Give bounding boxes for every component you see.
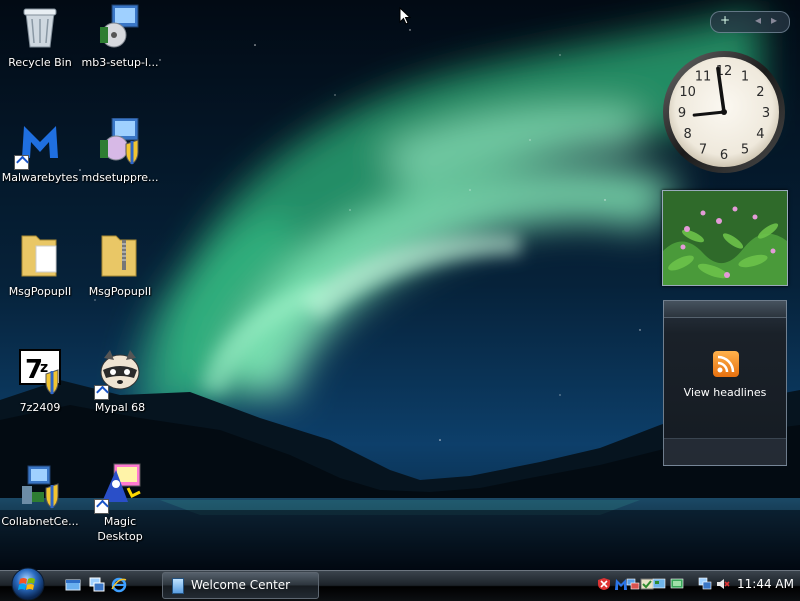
network-connections-icon[interactable] [698, 577, 712, 591]
gadget-header [664, 301, 786, 318]
desktop-icon-label: Mypal 68 [94, 401, 146, 414]
desktop-icon-label: Malwarebytes [1, 171, 79, 184]
add-gadget-button[interactable]: + [720, 13, 730, 27]
magic-desktop-icon-item[interactable]: Magic Desktop [80, 462, 160, 562]
shortcut-arrow-icon [94, 385, 109, 400]
clock-number: 1 [741, 70, 749, 85]
raccoon-browser-icon [94, 348, 142, 400]
clock-number: 2 [756, 85, 764, 100]
network-tray-icon[interactable] [626, 577, 640, 591]
feed-headlines-gadget[interactable]: View headlines [663, 300, 787, 466]
desktop-icon-label: CollabnetCe... [1, 515, 79, 528]
recycle-bin-icon [18, 3, 62, 51]
desktop-icon-label: Recycle Bin [8, 56, 72, 69]
desktop-icon-label: MsgPopupII [88, 285, 152, 298]
installer-icon [98, 3, 142, 51]
mb3-setup-icon-item[interactable]: mb3-setup-l... [80, 3, 160, 103]
taskbar-clock[interactable]: 11:44 AM [737, 577, 794, 591]
desktop-icon-label: 7z2409 [19, 401, 61, 414]
gadget-footer [664, 438, 786, 465]
desktop-icon-label: mb3-setup-l... [81, 56, 159, 69]
clock-gadget[interactable]: 12 1234567891011 [662, 50, 786, 174]
welcome-center-icon [172, 578, 184, 594]
zip-folder-icon [18, 232, 62, 280]
mdsetuppre-icon-item[interactable]: mdsetuppre... [80, 117, 160, 218]
display-tray-icon[interactable] [652, 577, 666, 591]
7z2409-icon-item[interactable]: 7z 7z2409 [0, 348, 80, 448]
clock-center [721, 109, 727, 115]
volume-muted-icon[interactable] [716, 577, 730, 591]
clock-number: 6 [720, 148, 728, 163]
desktop-icon-label: Magic Desktop [97, 515, 143, 543]
taskbar-button-label: Welcome Center [191, 578, 291, 592]
clock-number: 10 [679, 85, 696, 100]
7zip-icon: 7z [18, 348, 62, 396]
monitor-tray-icon[interactable] [670, 577, 684, 591]
clock-number: 5 [741, 142, 749, 157]
switch-windows-icon[interactable] [89, 577, 105, 593]
msgpopup-folder-item-1[interactable]: MsgPopupII [0, 232, 80, 332]
shortcut-arrow-icon [14, 155, 29, 170]
recycle-bin-icon-item[interactable]: Recycle Bin [0, 3, 80, 103]
security-alert-icon[interactable] [597, 577, 611, 591]
view-headlines-link[interactable]: View headlines [664, 386, 786, 399]
desktop-icon-label: MsgPopupII [8, 285, 72, 298]
desktop-icon-label: mdsetuppre... [81, 171, 159, 184]
taskbar-button-welcome-center[interactable]: Welcome Center [162, 572, 319, 599]
mouse-cursor-icon [399, 7, 411, 25]
collabnet-icon-item[interactable]: CollabnetCe... [0, 462, 80, 562]
show-desktop-icon[interactable] [65, 577, 81, 593]
setup-shield-icon [98, 117, 142, 166]
setup-computer-icon [18, 462, 62, 510]
internet-explorer-icon[interactable] [111, 577, 127, 593]
start-button[interactable] [6, 565, 50, 601]
clock-number: 9 [678, 106, 686, 121]
clock-number: 8 [683, 127, 691, 142]
msgpopup-folder-item-2[interactable]: MsgPopupII [80, 232, 160, 332]
clock-number: 3 [762, 106, 770, 121]
clock-number: 7 [699, 142, 707, 157]
clock-number: 11 [695, 70, 712, 85]
slideshow-gadget[interactable] [662, 190, 788, 286]
flower-photo [663, 191, 787, 285]
malwarebytes-icon [14, 118, 62, 170]
sidebar-prev-button[interactable]: ◂ [755, 13, 761, 27]
zip-folder-icon [98, 232, 142, 280]
clock-number: 4 [756, 127, 764, 142]
mypal-icon-item[interactable]: Mypal 68 [80, 348, 160, 448]
sidebar-next-button[interactable]: ▸ [771, 13, 777, 27]
sidebar-controls: + ◂ ▸ [710, 11, 790, 33]
rss-icon [713, 351, 739, 377]
shortcut-arrow-icon [94, 499, 109, 514]
magic-desktop-icon [94, 462, 142, 514]
malwarebytes-icon-item[interactable]: Malwarebytes [0, 118, 80, 218]
